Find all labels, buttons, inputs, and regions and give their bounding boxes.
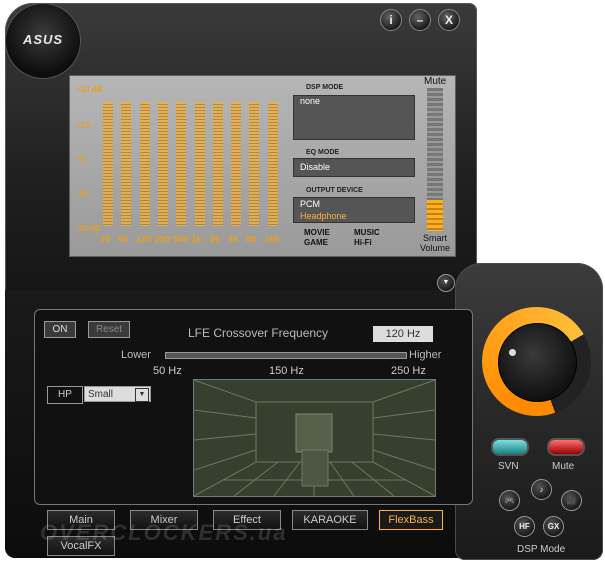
smart-label: Smart bbox=[422, 233, 447, 243]
eq-band-8k[interactable] bbox=[249, 102, 260, 226]
db-label-0: +0 bbox=[76, 155, 86, 164]
db-label-plus20: +20 dB bbox=[76, 85, 103, 94]
volume-label: Volume bbox=[419, 243, 451, 253]
higher-label: Higher bbox=[409, 349, 442, 361]
crossover-label: LFE Crossover Frequency bbox=[188, 326, 329, 340]
mode-game-label: GAME bbox=[304, 238, 328, 247]
mode-music-label: MUSIC bbox=[354, 228, 380, 237]
dsp-mode-label: DSP Mode bbox=[517, 544, 566, 555]
dsp-game-icon[interactable]: 🎮 bbox=[499, 490, 520, 511]
output-device-title: OUTPUT DEVICE bbox=[306, 187, 363, 194]
smart-volume-level bbox=[427, 200, 443, 231]
svn-label: SVN bbox=[498, 461, 519, 472]
svn-button[interactable] bbox=[491, 438, 529, 456]
eq-band-120[interactable] bbox=[139, 102, 150, 226]
info-button[interactable]: i bbox=[380, 9, 402, 31]
dsp-mode-value: none bbox=[300, 96, 321, 106]
tick-250hz: 250 Hz bbox=[391, 365, 426, 377]
reset-button[interactable]: Reset bbox=[88, 321, 130, 338]
tick-150hz: 150 Hz bbox=[269, 365, 304, 377]
dropdown-arrow-icon: ▼ bbox=[135, 388, 149, 402]
mode-hifi-label: Hi-Fi bbox=[354, 238, 372, 247]
volume-mute-label: Mute bbox=[424, 76, 447, 87]
crossover-slider[interactable] bbox=[165, 352, 407, 359]
eq-band-250[interactable] bbox=[157, 102, 168, 226]
hp-label: HP bbox=[47, 386, 83, 404]
dsp-mode-box: none bbox=[293, 95, 415, 140]
eq-band-500[interactable] bbox=[176, 102, 187, 226]
output-device-line1: PCM bbox=[300, 199, 320, 209]
mute-label: Mute bbox=[552, 461, 575, 472]
dsp-hf-button[interactable]: HF bbox=[514, 516, 535, 537]
knob-indicator-dot bbox=[509, 349, 516, 356]
eq-freq-label: 16k bbox=[264, 234, 280, 244]
eq-freq-label: 8k bbox=[246, 234, 257, 244]
smart-volume-slider[interactable] bbox=[427, 88, 443, 231]
eq-freq-label: 2k bbox=[209, 234, 220, 244]
mode-movie-label: MOVIE bbox=[304, 228, 330, 237]
dsp-gx-button[interactable]: GX bbox=[543, 516, 564, 537]
expand-down-icon[interactable]: ▼ bbox=[437, 274, 455, 292]
tick-50hz: 50 Hz bbox=[153, 365, 182, 377]
close-button[interactable]: X bbox=[438, 9, 460, 31]
output-device-box: PCM Headphone bbox=[293, 197, 415, 223]
db-label-plus10: +10 bbox=[76, 121, 90, 130]
eq-freq-label: 4k bbox=[228, 234, 239, 244]
eq-mode-box: Disable bbox=[293, 158, 415, 177]
output-device-line2: Headphone bbox=[300, 211, 347, 221]
equalizer-display: +20 dB +10 +0 -10 -20 dB 30 60 120 250 500 1k… bbox=[69, 75, 456, 257]
hp-select[interactable]: Small ▼ bbox=[84, 386, 151, 402]
db-label-minus10: -10 bbox=[76, 189, 88, 198]
eq-freq-label: 120 bbox=[136, 234, 152, 244]
hp-select-value: Small bbox=[88, 389, 114, 400]
dsp-music-icon[interactable]: ♪ bbox=[531, 479, 552, 500]
eq-freq-label: 500 bbox=[173, 234, 189, 244]
eq-band-60[interactable] bbox=[121, 102, 132, 226]
eq-mode-value: Disable bbox=[300, 162, 331, 172]
flexbass-panel: ON Reset LFE Crossover Frequency 120 Hz … bbox=[34, 309, 473, 505]
mute-button[interactable] bbox=[547, 438, 585, 456]
eq-band-4k[interactable] bbox=[231, 102, 242, 226]
lower-label: Lower bbox=[121, 349, 151, 361]
volume-knob[interactable] bbox=[498, 323, 577, 402]
eq-freq-label: 250 bbox=[154, 234, 170, 244]
eq-freq-label: 30 bbox=[100, 234, 111, 244]
eq-band-1k[interactable] bbox=[194, 102, 205, 226]
eq-band-2k[interactable] bbox=[212, 102, 223, 226]
dsp-movie-icon[interactable]: 🎥 bbox=[561, 490, 582, 511]
speaker-room-view bbox=[193, 379, 436, 497]
room-grid-graphic bbox=[194, 380, 435, 496]
dsp-mode-title: DSP MODE bbox=[306, 84, 344, 91]
asus-logo: ASUS bbox=[22, 32, 64, 47]
eq-band-16k[interactable] bbox=[267, 102, 278, 226]
on-button[interactable]: ON bbox=[44, 321, 76, 338]
eq-freq-label: 1k bbox=[191, 234, 202, 244]
minimize-button[interactable]: – bbox=[409, 9, 431, 31]
watermark: OVERCLOCKERS.ua bbox=[40, 520, 288, 545]
eq-freq-label: 60 bbox=[118, 234, 129, 244]
crossover-value: 120 Hz bbox=[373, 326, 433, 342]
eq-band-30[interactable] bbox=[103, 102, 113, 226]
db-label-minus20: -20 dB bbox=[76, 224, 101, 233]
eq-mode-title: EQ MODE bbox=[306, 149, 340, 156]
